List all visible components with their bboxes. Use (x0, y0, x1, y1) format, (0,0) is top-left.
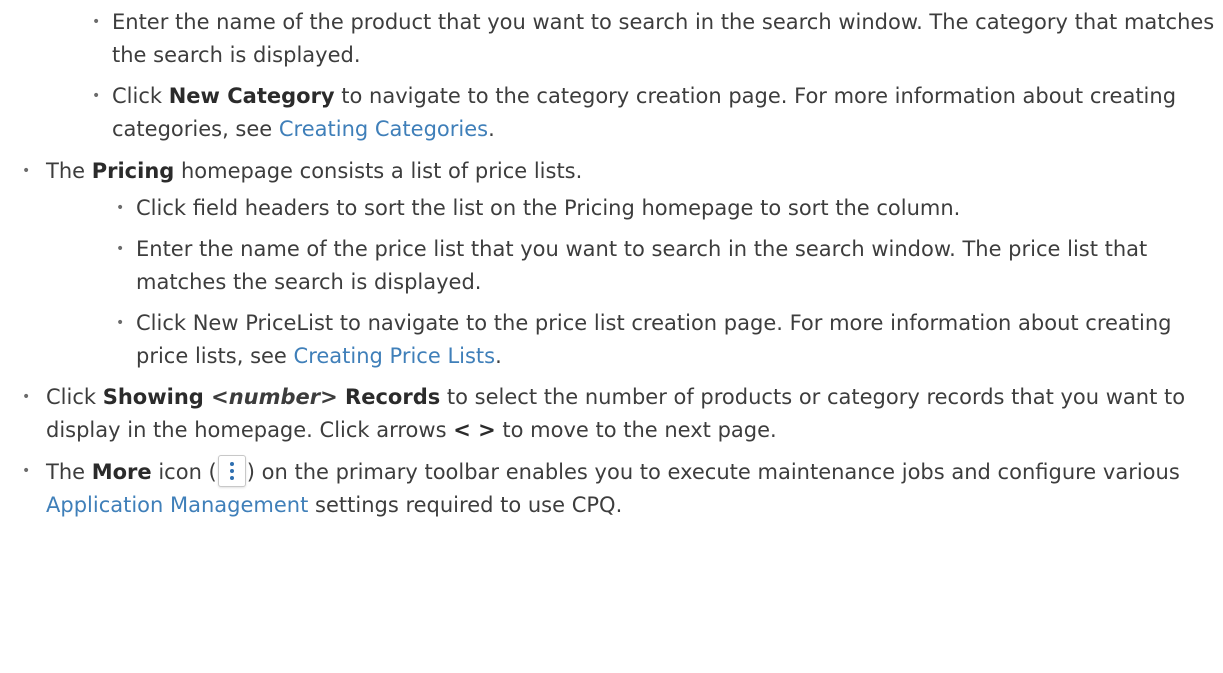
more-post-text: settings required to use CPQ. (308, 493, 623, 517)
pricing-label: Pricing (91, 159, 175, 183)
records-label: Records (337, 385, 441, 409)
new-pricelist-post-text: . (495, 344, 502, 368)
new-category-pre-text: Click (112, 84, 169, 108)
new-category-post-text: . (488, 117, 495, 141)
category-search-text: Enter the name of the product that you w… (112, 10, 1215, 67)
more-vertical-icon (217, 455, 246, 487)
list-item-more-icon: The More icon ( ) on the primary toolbar … (22, 455, 1223, 522)
list-item-pricing-search: Enter the name of the price list that yo… (116, 233, 1223, 299)
category-sub-list: Enter the name of the product that you w… (0, 6, 1223, 154)
list-item-category-search: Enter the name of the product that you w… (92, 6, 1223, 72)
showing-pre-text: Click (46, 385, 103, 409)
pagination-arrows-label: < > (453, 418, 496, 442)
more-label: More (91, 460, 152, 484)
more-pre-text: The (46, 460, 92, 484)
creating-categories-link[interactable]: Creating Categories (279, 117, 488, 141)
more-mid-text: icon ( (151, 460, 217, 484)
showing-label: Showing (102, 385, 212, 409)
list-item-showing-records: Click Showing <number> Records to select… (22, 381, 1223, 447)
list-item-pricing: The Pricing homepage consists a list of … (22, 155, 1223, 373)
pricing-sub-list: Click field headers to sort the list on … (46, 192, 1223, 373)
pricing-intro-post: homepage consists a list of price lists. (174, 159, 583, 183)
new-pricelist-text: Click New PriceList to navigate to the p… (136, 311, 1172, 368)
pricing-search-text: Enter the name of the price list that yo… (136, 237, 1148, 294)
more-desc-text: ) on the primary toolbar enables you to … (246, 460, 1180, 484)
list-item-new-category: Click New Category to navigate to the ca… (92, 80, 1223, 146)
pricing-sort-text: Click field headers to sort the list on … (136, 196, 961, 220)
list-item-pricing-sort: Click field headers to sort the list on … (116, 192, 1223, 225)
creating-price-lists-link[interactable]: Creating Price Lists (294, 344, 496, 368)
main-bullet-list: The Pricing homepage consists a list of … (0, 155, 1223, 530)
application-management-link[interactable]: Application Management (46, 493, 308, 517)
list-item-new-pricelist: Click New PriceList to navigate to the p… (116, 307, 1223, 373)
number-placeholder: <number> (211, 385, 338, 409)
pricing-intro-pre: The (46, 159, 92, 183)
showing-tail-text: to move to the next page. (495, 418, 777, 442)
new-category-label: New Category (168, 84, 335, 108)
